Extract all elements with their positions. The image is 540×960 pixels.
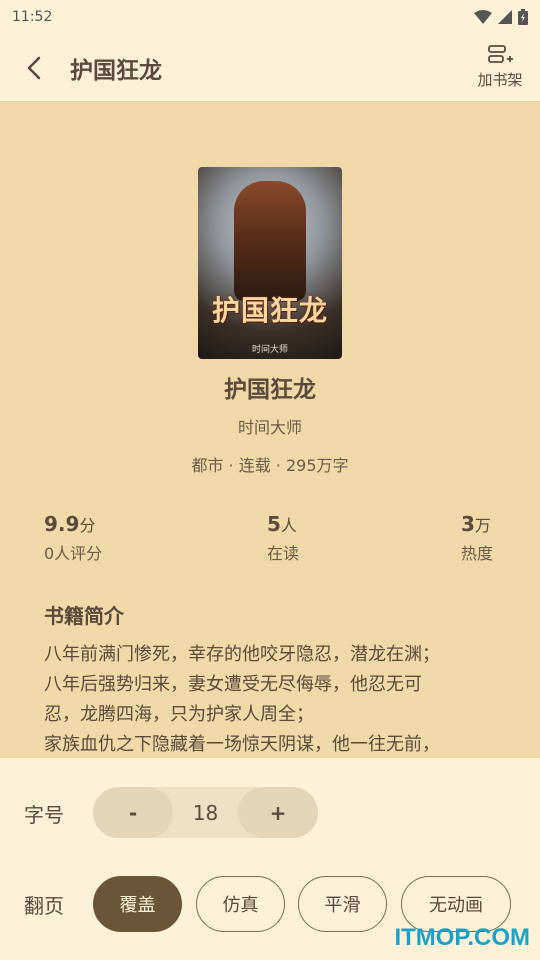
status-icons [474, 9, 528, 25]
font-size-stepper: - 18 + [93, 787, 318, 838]
page-turn-option-smooth[interactable]: 平滑 [298, 876, 387, 932]
stat-unit: 万 [474, 516, 491, 535]
font-size-label: 字号 [24, 803, 64, 827]
page-turn-option-cover[interactable]: 覆盖 [93, 876, 182, 932]
book-author: 时间大师 [237, 418, 302, 437]
watermark: ITMOP.COM [394, 924, 530, 951]
font-size-value: 18 [192, 800, 219, 825]
add-shelf-label: 加书架 [477, 71, 523, 89]
font-decrease-button[interactable]: - [93, 787, 173, 838]
add-shelf-icon [488, 45, 513, 63]
stat-label: 在读 [267, 544, 300, 563]
stat-readers: 5人 在读 [267, 512, 299, 564]
intro-line: 八年前满门惨死，幸存的他咬牙隐忍，潜龙在渊； [44, 644, 440, 665]
page-turn-option-simulate[interactable]: 仿真 [196, 876, 285, 932]
status-bar: 11:52 [0, 0, 540, 34]
cover-figure [234, 181, 306, 301]
cover-title: 护国狂龙 [211, 294, 328, 327]
back-button[interactable] [0, 34, 70, 102]
wifi-icon [474, 10, 492, 24]
stat-popularity: 3万 热度 [461, 512, 493, 564]
status-time: 11:52 [12, 9, 53, 25]
intro-line: 家族血仇之下隐藏着一场惊天阴谋，他一往无前， [44, 734, 440, 755]
font-increase-button[interactable]: + [238, 787, 318, 838]
intro-text: 八年前满门惨死，幸存的他咬牙隐忍，潜龙在渊； 八年后强势归来，妻女遭受无尽侮辱，… [44, 640, 504, 758]
intro-line: 忍，龙腾四海，只为护家人周全； [44, 704, 314, 725]
cover-author: 时间大师 [251, 345, 288, 355]
page-title: 护国狂龙 [70, 57, 162, 84]
signal-icon [498, 10, 512, 24]
stat-value: 9.9 [44, 512, 80, 536]
battery-icon [518, 9, 528, 25]
stat-unit: 分 [79, 516, 96, 535]
stat-unit: 人 [280, 516, 297, 535]
stat-label: 热度 [461, 544, 494, 563]
stat-value: 3 [461, 512, 475, 536]
book-meta: 都市 · 连载 · 295万字 [191, 456, 349, 475]
stat-label: 0人评分 [44, 544, 103, 563]
page-turn-label: 翻页 [24, 894, 64, 918]
stat-rating: 9.9分 0人评分 [44, 512, 102, 564]
book-cover: 护国狂龙 时间大师 [198, 167, 342, 359]
add-to-shelf-button[interactable]: 加书架 [460, 34, 540, 102]
intro-line: 八年后强势归来，妻女遭受无尽侮辱，他忍无可 [44, 674, 422, 695]
stat-value: 5 [267, 512, 281, 536]
intro-title: 书籍简介 [44, 604, 124, 628]
back-arrow-icon [27, 56, 41, 79]
book-name: 护国狂龙 [224, 377, 316, 403]
app-header: 护国狂龙 加书架 [0, 34, 540, 102]
